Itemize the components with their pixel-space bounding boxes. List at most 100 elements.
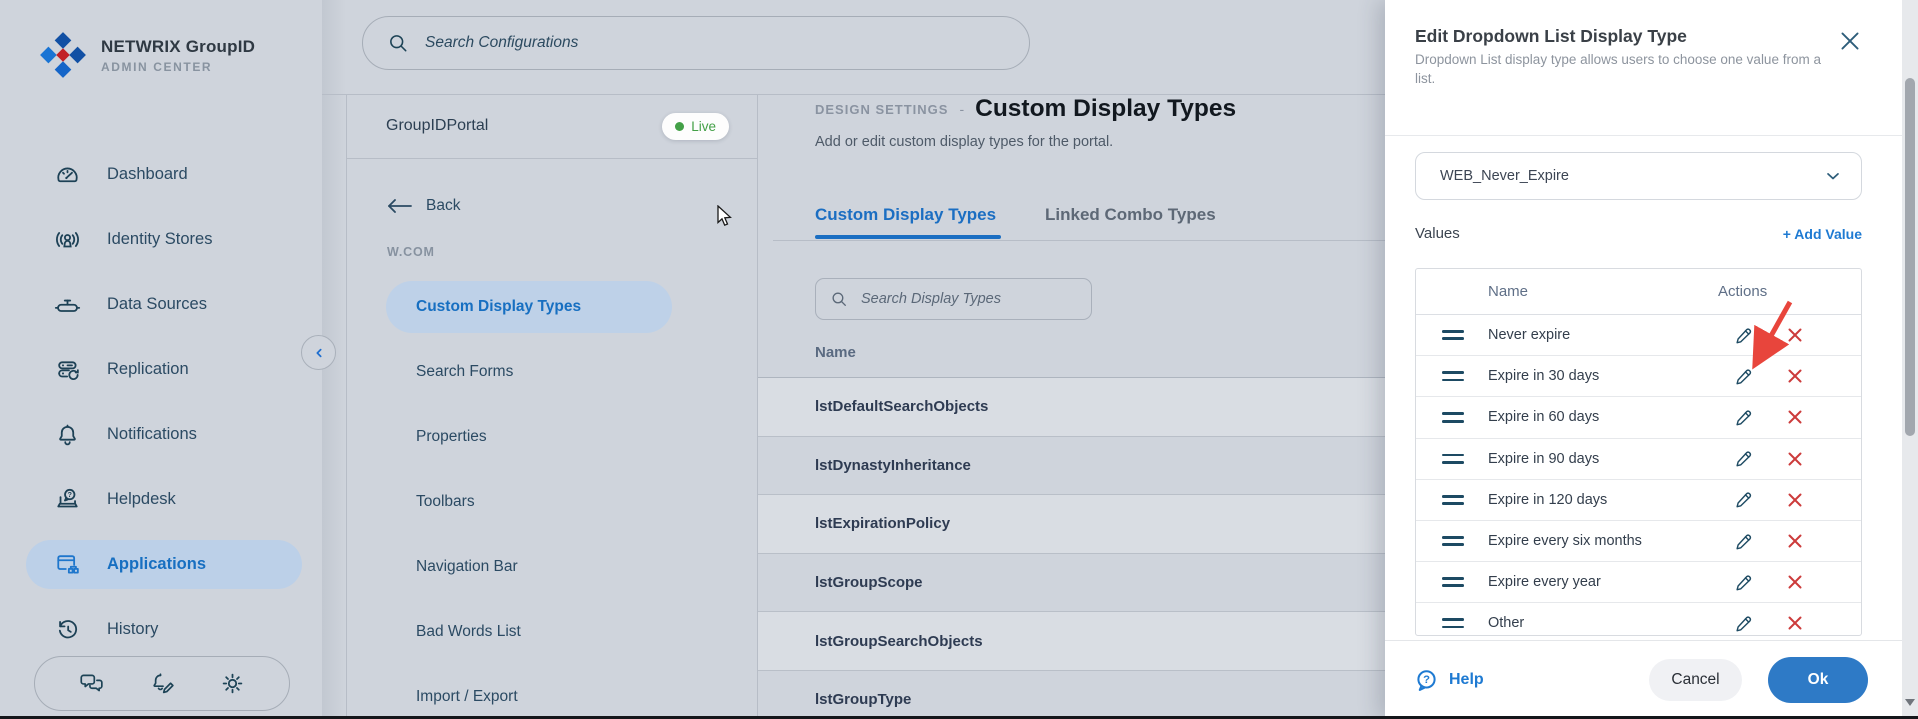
values-actions-header: Actions xyxy=(1718,283,1768,300)
delete-x-icon[interactable] xyxy=(1787,409,1803,425)
value-row: Never expire xyxy=(1416,315,1861,357)
display-type-row[interactable]: lstGroupScope xyxy=(758,554,1385,613)
delete-x-icon[interactable] xyxy=(1787,327,1803,343)
global-search-input[interactable] xyxy=(423,33,1029,53)
subnav-item-navigation-bar[interactable]: Navigation Bar xyxy=(347,534,757,599)
value-name: Expire in 120 days xyxy=(1488,491,1608,508)
display-type-search xyxy=(815,278,1092,320)
values-name-header: Name xyxy=(1488,283,1529,300)
delete-x-icon[interactable] xyxy=(1787,615,1803,631)
value-row: Expire in 120 days xyxy=(1416,480,1861,521)
value-name: Expire every six months xyxy=(1488,533,1642,550)
sidebar-item-identity-stores[interactable]: Identity Stores xyxy=(0,207,322,272)
sidebar-item-replication[interactable]: Replication xyxy=(0,337,322,402)
value-name: Expire every year xyxy=(1488,574,1601,591)
display-type-row[interactable]: lstGroupType xyxy=(758,671,1385,719)
display-type-row[interactable]: lstExpirationPolicy xyxy=(758,495,1385,554)
sidebar-collapse-button[interactable] xyxy=(301,335,336,370)
sidebar-footer-toolbar xyxy=(34,656,290,711)
portal-name: GroupIDPortal xyxy=(386,117,489,134)
edit-pencil-icon[interactable] xyxy=(1734,326,1753,345)
tab-custom-display-types[interactable]: Custom Display Types xyxy=(815,205,996,225)
values-table-header: Name Actions xyxy=(1416,269,1861,315)
edit-pencil-icon[interactable] xyxy=(1734,573,1753,592)
subnav-item-import-export[interactable]: Import / Export xyxy=(347,664,757,719)
value-row: Other xyxy=(1416,603,1861,635)
scrollbar-thumb[interactable] xyxy=(1905,78,1915,436)
server-sync-icon xyxy=(54,356,81,383)
notification-edit-icon[interactable] xyxy=(149,670,176,697)
value-row: Expire in 90 days xyxy=(1416,439,1861,480)
portal-settings-sidebar: GroupIDPortal Live Back W.COM Custom Dis… xyxy=(346,94,758,719)
ok-button[interactable]: Ok xyxy=(1768,657,1868,703)
portal-header-row[interactable]: GroupIDPortal Live xyxy=(347,94,757,159)
delete-x-icon[interactable] xyxy=(1787,368,1803,384)
delete-x-icon[interactable] xyxy=(1787,492,1803,508)
dropdown-selected-value: WEB_Never_Expire xyxy=(1440,168,1569,184)
subnav-item-properties[interactable]: Properties xyxy=(347,404,757,469)
sidebar-item-label: Dashboard xyxy=(107,165,188,183)
subnav-item-search-forms[interactable]: Search Forms xyxy=(347,339,757,404)
value-name: Expire in 30 days xyxy=(1488,368,1600,385)
tab-linked-combo-types[interactable]: Linked Combo Types xyxy=(1045,205,1216,225)
sidebar-item-applications[interactable]: Applications xyxy=(0,532,322,597)
display-type-search-input[interactable] xyxy=(859,290,1091,308)
history-clock-icon xyxy=(54,616,81,643)
edit-pencil-icon[interactable] xyxy=(1734,614,1753,633)
help-label: Help xyxy=(1449,671,1484,688)
subnav-item-bad-words-list[interactable]: Bad Words List xyxy=(347,599,757,664)
page-title: Custom Display Types xyxy=(975,95,1237,122)
column-header-name: Name xyxy=(815,344,856,361)
feedback-chat-icon[interactable] xyxy=(78,670,105,697)
drag-handle-icon[interactable] xyxy=(1442,412,1464,423)
drag-handle-icon[interactable] xyxy=(1442,618,1464,629)
edit-pencil-icon[interactable] xyxy=(1734,408,1753,427)
sidebar-item-dashboard[interactable]: Dashboard xyxy=(0,142,322,207)
tabstrip-border xyxy=(773,240,1385,241)
panel-footer: ? Help Cancel Ok xyxy=(1385,640,1918,719)
drag-handle-icon[interactable] xyxy=(1442,371,1464,382)
drag-handle-icon[interactable] xyxy=(1442,330,1464,341)
delete-x-icon[interactable] xyxy=(1787,451,1803,467)
sidebar-item-data-sources[interactable]: Data Sources xyxy=(0,272,322,337)
display-type-name: lstExpirationPolicy xyxy=(815,515,951,533)
display-type-row[interactable]: lstDefaultSearchObjects xyxy=(758,378,1385,437)
values-table: Name Actions Never expire Expire in 30 d… xyxy=(1415,268,1862,636)
sidebar-item-label: Data Sources xyxy=(107,295,207,313)
value-row: Expire every year xyxy=(1416,562,1861,604)
display-type-row[interactable]: lstGroupSearchObjects xyxy=(758,612,1385,671)
scrollbar-down-arrow-icon[interactable] xyxy=(1905,699,1915,706)
values-rows: Never expire Expire in 30 days Expire in… xyxy=(1416,315,1861,635)
settings-gear-icon[interactable] xyxy=(219,670,246,697)
close-icon[interactable] xyxy=(1837,28,1863,54)
edit-pencil-icon[interactable] xyxy=(1734,532,1753,551)
drag-handle-icon[interactable] xyxy=(1442,577,1464,588)
drag-handle-icon[interactable] xyxy=(1442,535,1464,547)
value-name: Other xyxy=(1488,615,1525,632)
display-type-row[interactable]: lstDynastyInheritance xyxy=(758,437,1385,496)
edit-pencil-icon[interactable] xyxy=(1734,367,1753,386)
bell-icon xyxy=(54,421,81,448)
add-value-link[interactable]: + Add Value xyxy=(1783,226,1862,242)
display-type-name: lstDefaultSearchObjects xyxy=(815,398,989,416)
cancel-button[interactable]: Cancel xyxy=(1649,659,1742,701)
display-type-dropdown[interactable]: WEB_Never_Expire xyxy=(1415,152,1862,200)
back-label: Back xyxy=(426,197,461,214)
brand-tagline: ADMIN CENTER xyxy=(101,59,213,74)
panel-header-divider xyxy=(1385,135,1918,136)
app-root: NETWRIX GroupID ADMIN CENTER Dashboard I… xyxy=(0,0,1918,719)
edit-pencil-icon[interactable] xyxy=(1734,449,1753,468)
edit-pencil-icon[interactable] xyxy=(1734,490,1753,509)
back-button[interactable]: Back xyxy=(347,189,757,223)
delete-x-icon[interactable] xyxy=(1787,574,1803,590)
help-link[interactable]: ? Help xyxy=(1413,667,1484,694)
drag-handle-icon[interactable] xyxy=(1442,453,1464,464)
subnav-item-toolbars[interactable]: Toolbars xyxy=(347,469,757,534)
drag-handle-icon[interactable] xyxy=(1442,494,1464,505)
sidebar-item-history[interactable]: History xyxy=(0,597,322,662)
subnav-item-custom-display-types[interactable]: Custom Display Types xyxy=(347,274,757,339)
primary-sidebar: NETWRIX GroupID ADMIN CENTER Dashboard I… xyxy=(0,0,322,719)
sidebar-item-helpdesk[interactable]: ? Helpdesk xyxy=(0,467,322,532)
delete-x-icon[interactable] xyxy=(1787,533,1803,549)
sidebar-item-notifications[interactable]: Notifications xyxy=(0,402,322,467)
